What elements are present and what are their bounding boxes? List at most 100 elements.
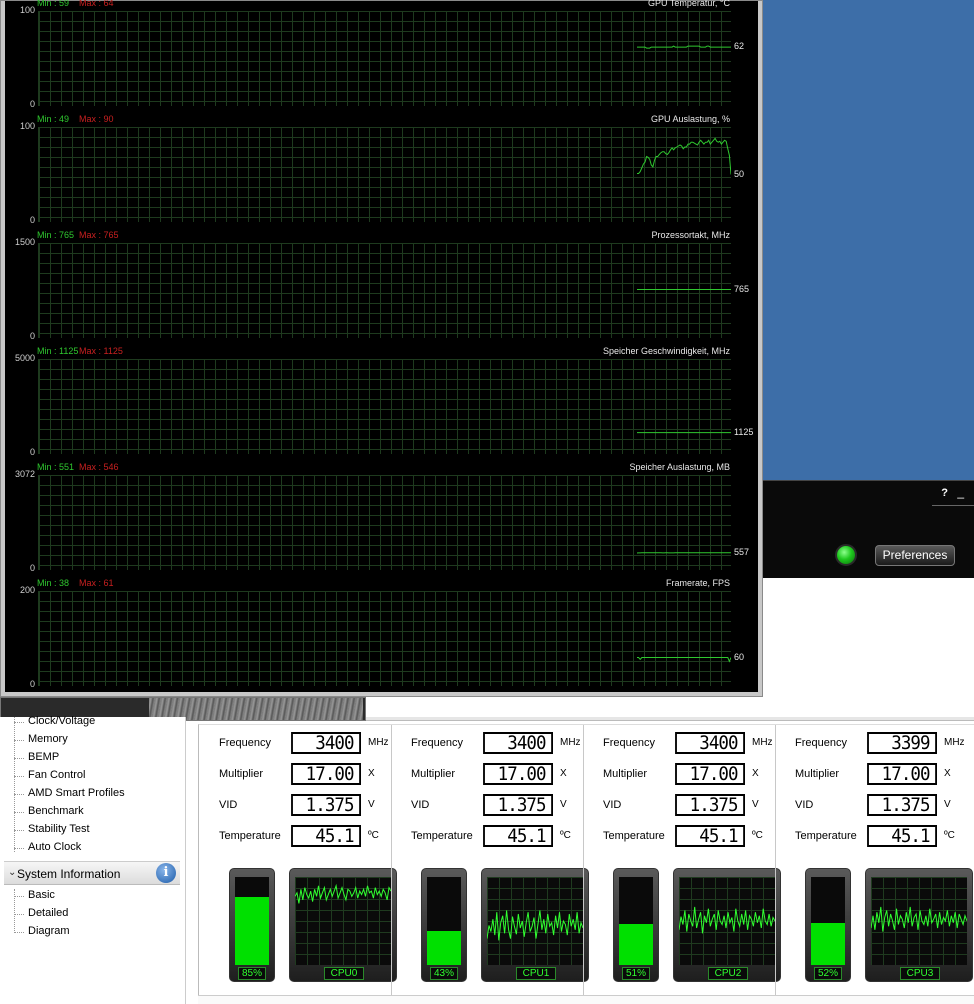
overclock-widget: ? _ Preferences bbox=[762, 480, 974, 578]
tree-line bbox=[14, 717, 15, 852]
tree-branch bbox=[14, 812, 24, 813]
sidebar-nav: Clock/Voltage Memory BEMP Fan Control AM… bbox=[0, 715, 186, 1004]
vid-value: 1.375 bbox=[483, 794, 553, 816]
desktop-background bbox=[762, 0, 974, 480]
y-axis-max-label: 3072 bbox=[14, 469, 35, 479]
graph-max-label: Max : 61 bbox=[79, 578, 114, 588]
multiplier-value: 17.00 bbox=[867, 763, 937, 785]
preferences-button[interactable]: Preferences bbox=[875, 545, 955, 566]
cpu-name-label: CPU2 bbox=[708, 967, 748, 980]
cpu-history-graph: CPU1 bbox=[481, 868, 589, 982]
vid-label: VID bbox=[411, 799, 430, 811]
temperature-unit: ºC bbox=[368, 830, 379, 841]
y-axis-min-label: 0 bbox=[29, 99, 35, 109]
sidebar-item-detailed[interactable]: Detailed bbox=[28, 907, 68, 919]
y-axis-max-label: 100 bbox=[19, 121, 35, 131]
green-led-icon bbox=[835, 544, 857, 566]
sidebar-item-diagram[interactable]: Diagram bbox=[28, 925, 70, 937]
current-value-label: 50 bbox=[734, 168, 745, 179]
history-line bbox=[294, 883, 392, 904]
temperature-unit: ºC bbox=[944, 830, 955, 841]
graph-0: 100 0 Min : 59 Max : 64 GPU Temperatur, °C 62 bbox=[5, 0, 758, 117]
temperature-label: Temperature bbox=[603, 830, 665, 842]
minimize-button[interactable]: _ bbox=[957, 485, 964, 499]
sidebar-item-fan-control[interactable]: Fan Control bbox=[28, 769, 85, 781]
history-line bbox=[678, 906, 776, 934]
graph-plot bbox=[38, 359, 731, 454]
frequency-unit: MHz bbox=[368, 737, 389, 748]
history-line bbox=[486, 910, 584, 941]
graph-3: 5000 0 Min : 1125 Max : 1125 Speicher Geschw… bbox=[5, 346, 758, 465]
usage-bar-fill bbox=[811, 923, 845, 965]
panel-divider bbox=[775, 725, 776, 997]
sidebar-item-memory[interactable]: Memory bbox=[28, 733, 68, 745]
graph-svg bbox=[39, 359, 731, 454]
sidebar-item-clock-voltage[interactable]: Clock/Voltage bbox=[28, 715, 95, 727]
sidebar-item-benchmark[interactable]: Benchmark bbox=[28, 805, 84, 817]
cpu-usage-meter: 52% bbox=[805, 868, 851, 982]
history-plot bbox=[486, 877, 584, 965]
vid-unit: V bbox=[752, 799, 759, 810]
graph-4: 3072 0 Min : 551 Max : 546 Speicher Auslastu… bbox=[5, 462, 758, 581]
history-svg bbox=[870, 906, 968, 932]
frequency-value: 3400 bbox=[675, 732, 745, 754]
temperature-value: 45.1 bbox=[867, 825, 937, 847]
vid-value: 1.375 bbox=[867, 794, 937, 816]
sidebar-section-system-information[interactable]: ⌄ System Information i bbox=[4, 861, 180, 885]
graph-max-label: Max : 1125 bbox=[79, 346, 123, 356]
hardware-monitor-window: 100 0 Min : 59 Max : 64 GPU Temperatur, °C 62… bbox=[0, 0, 763, 697]
graph-title: GPU Auslastung, % bbox=[650, 114, 730, 124]
cpu-usage-meter: 51% bbox=[613, 868, 659, 982]
history-svg bbox=[486, 910, 584, 941]
usage-bar-fill bbox=[235, 897, 269, 965]
header-divider bbox=[366, 717, 974, 721]
history-plot bbox=[294, 877, 392, 965]
widget-divider bbox=[932, 505, 974, 506]
multiplier-unit: X bbox=[560, 768, 567, 779]
sidebar-item-amd-smart-profiles[interactable]: AMD Smart Profiles bbox=[28, 787, 125, 799]
multiplier-label: Multiplier bbox=[219, 768, 264, 780]
graph-max-label: Max : 546 bbox=[79, 462, 119, 472]
tree-branch bbox=[14, 896, 24, 897]
cpu-name-label: CPU0 bbox=[324, 967, 364, 980]
frequency-unit: MHz bbox=[752, 737, 773, 748]
chevron-down-icon[interactable]: ⌄ bbox=[8, 867, 16, 878]
sidebar-item-bemp[interactable]: BEMP bbox=[28, 751, 59, 763]
temperature-unit: ºC bbox=[752, 830, 763, 841]
temperature-label: Temperature bbox=[219, 830, 281, 842]
info-icon[interactable]: i bbox=[156, 863, 176, 883]
tree-branch bbox=[14, 932, 24, 933]
help-button[interactable]: ? bbox=[941, 487, 948, 499]
sidebar-item-auto-clock[interactable]: Auto Clock bbox=[28, 841, 81, 853]
sidebar-item-stability-test[interactable]: Stability Test bbox=[28, 823, 90, 835]
cpu-panel-0: Frequency 3400 MHz Multiplier 17.00 X VID 1.375… bbox=[199, 725, 397, 997]
vid-value: 1.375 bbox=[675, 794, 745, 816]
graph-title: Speicher Geschwindigkeit, MHz bbox=[602, 346, 730, 356]
tree-branch bbox=[14, 914, 24, 915]
graph-min-label: Min : 765 bbox=[37, 230, 75, 240]
graph-2: 1500 0 Min : 765 Max : 765 Prozessortakt, MH… bbox=[5, 230, 758, 349]
usage-well bbox=[811, 877, 845, 965]
graph-svg bbox=[39, 127, 732, 222]
vid-unit: V bbox=[560, 799, 567, 810]
frequency-unit: MHz bbox=[560, 737, 581, 748]
multiplier-unit: X bbox=[944, 768, 951, 779]
graph-panel: 100 0 Min : 59 Max : 64 GPU Temperatur, °C 62… bbox=[5, 0, 758, 692]
history-line bbox=[870, 906, 968, 932]
vid-label: VID bbox=[219, 799, 238, 811]
multiplier-value: 17.00 bbox=[483, 763, 553, 785]
current-value-label: 1125 bbox=[734, 426, 754, 437]
multiplier-label: Multiplier bbox=[795, 768, 840, 780]
graph-title: GPU Temperatur, °C bbox=[648, 0, 730, 8]
current-value-label: 765 bbox=[734, 283, 750, 294]
temperature-unit: ºC bbox=[560, 830, 571, 841]
current-value-label: 557 bbox=[734, 546, 750, 557]
cpu-panel-1: Frequency 3400 MHz Multiplier 17.00 X VID 1.375… bbox=[391, 725, 589, 997]
graph-1: 100 0 Min : 49 Max : 90 GPU Auslastung, % 50 bbox=[5, 114, 758, 233]
y-axis-max-label: 200 bbox=[19, 585, 35, 595]
sidebar-item-basic[interactable]: Basic bbox=[28, 889, 55, 901]
usage-well bbox=[619, 877, 653, 965]
series-line bbox=[637, 137, 732, 175]
tree-branch bbox=[14, 740, 24, 741]
vid-label: VID bbox=[795, 799, 814, 811]
